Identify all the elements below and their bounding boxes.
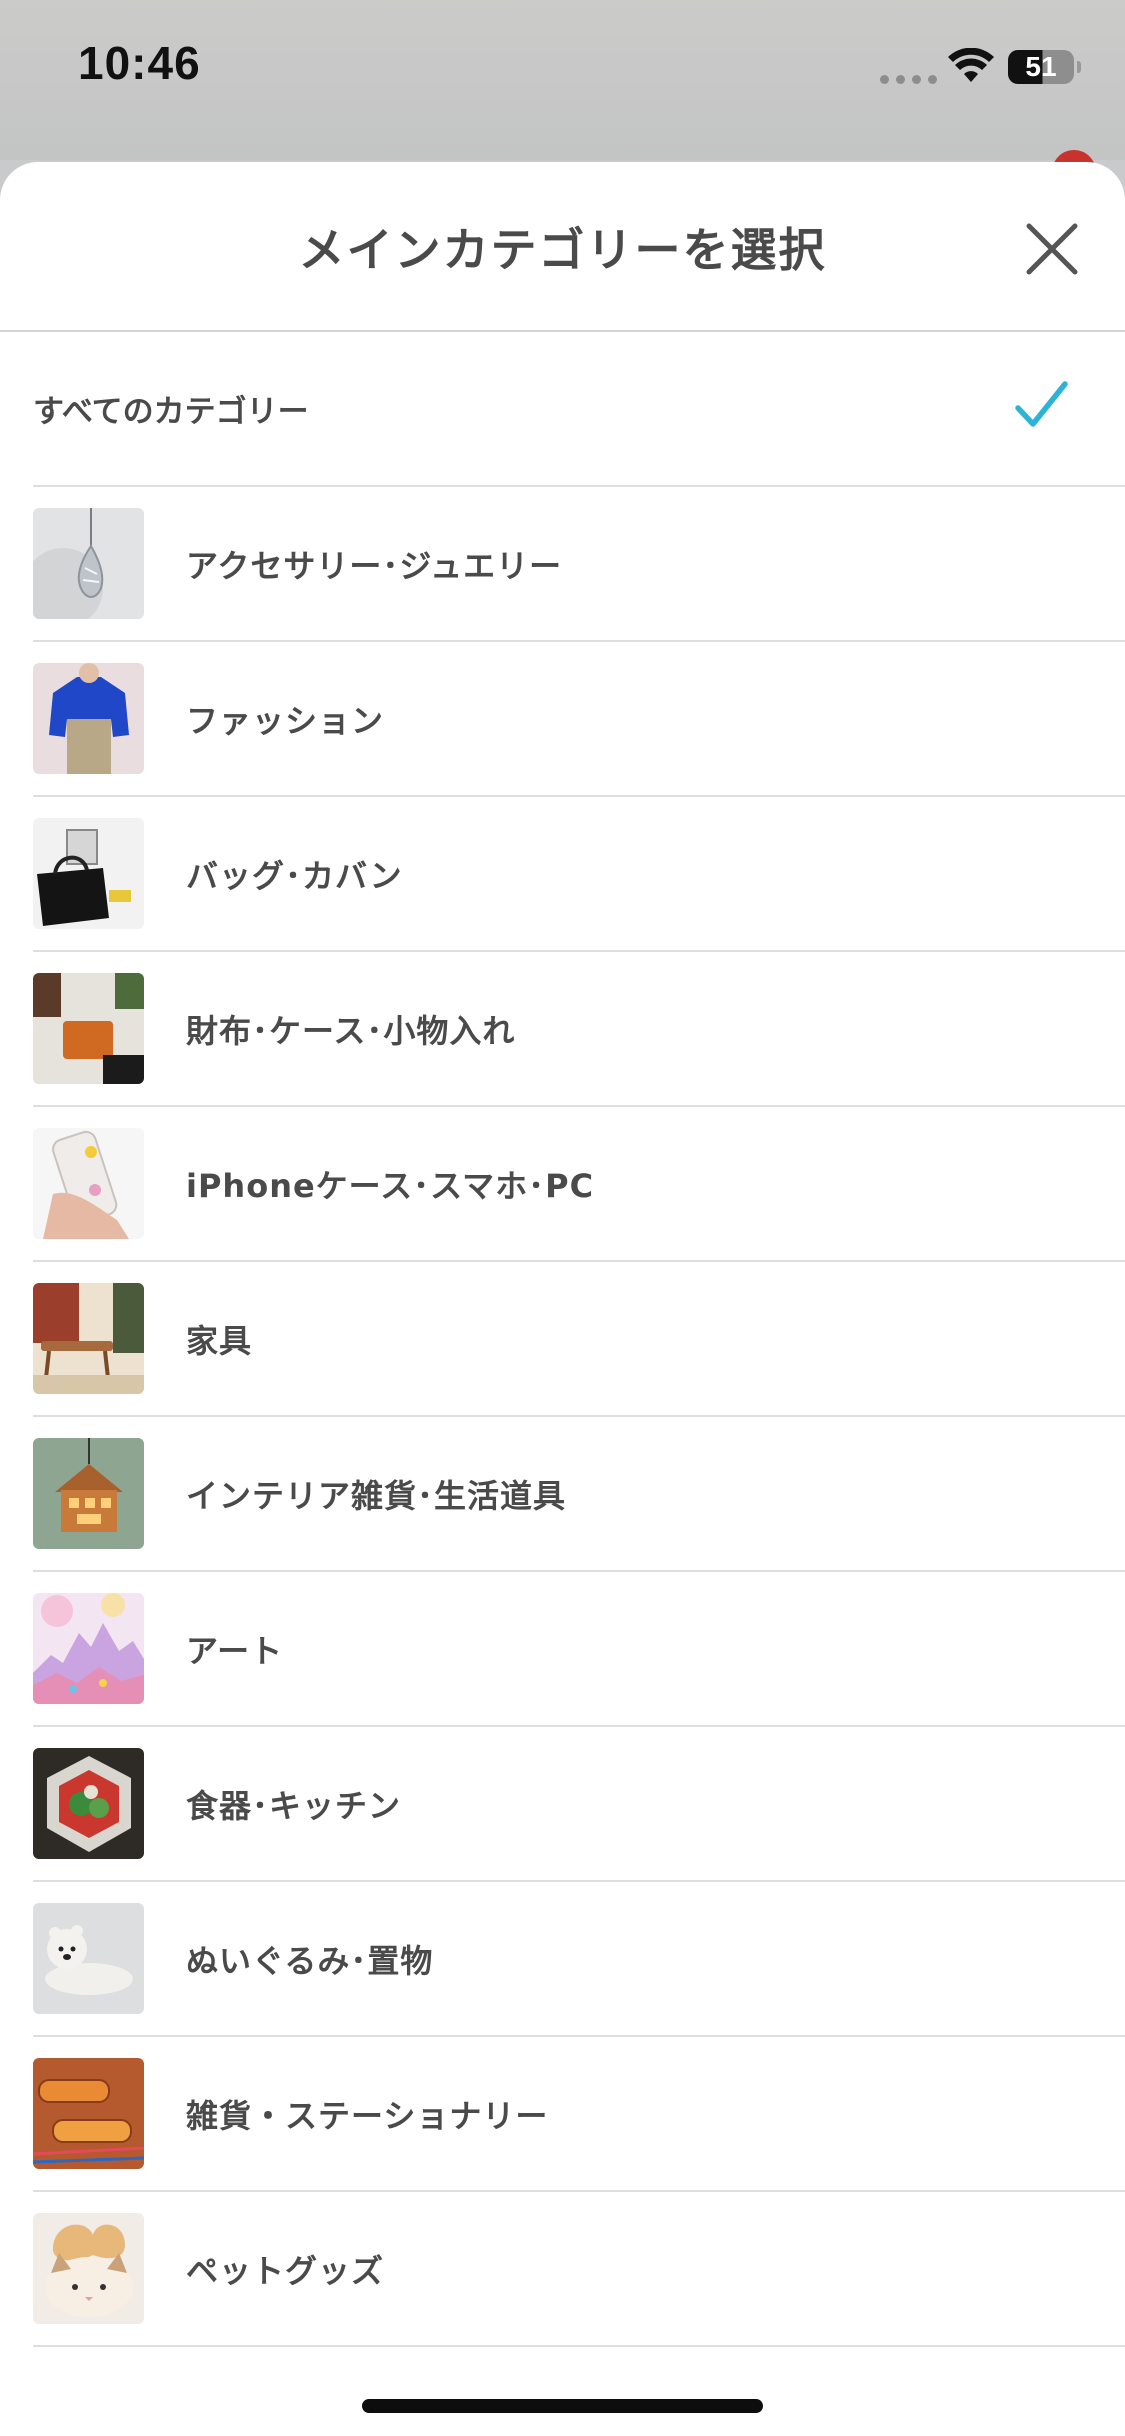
battery-tip — [1077, 61, 1081, 73]
category-thumbnail — [33, 2213, 144, 2324]
category-row-phone-cases[interactable]: iPhoneケース･スマホ･PC — [33, 1107, 1125, 1262]
category-label: ファッション — [186, 701, 385, 740]
sheet-header: メインカテゴリーを選択 — [0, 162, 1125, 332]
category-row-tableware[interactable]: 食器･キッチン — [33, 1727, 1125, 1882]
category-row-wallets[interactable]: 財布･ケース･小物入れ — [33, 952, 1125, 1107]
category-label: 財布･ケース･小物入れ — [186, 1011, 516, 1050]
category-label: iPhoneケース･スマホ･PC — [186, 1166, 595, 1205]
category-list: すべてのカテゴリー アクセサリー･ジュエリー ファッション バッグ･カバン 財布… — [0, 332, 1125, 2347]
wifi-icon — [948, 48, 994, 82]
category-row-all[interactable]: すべてのカテゴリー — [33, 332, 1125, 487]
category-thumbnail — [33, 818, 144, 929]
sheet-title: メインカテゴリーを選択 — [298, 223, 827, 277]
close-icon[interactable] — [1015, 212, 1089, 286]
battery-level: 51 — [1025, 51, 1057, 82]
category-row-fashion[interactable]: ファッション — [33, 642, 1125, 797]
category-thumbnail — [33, 2058, 144, 2169]
category-label: バッグ･カバン — [186, 856, 403, 895]
category-label: インテリア雑貨･生活道具 — [186, 1476, 567, 1515]
category-thumbnail — [33, 1438, 144, 1549]
category-thumbnail — [33, 1748, 144, 1859]
category-thumbnail — [33, 508, 144, 619]
category-sheet: メインカテゴリーを選択 すべてのカテゴリー アクセサリー･ジュエリー ファッショ… — [0, 162, 1125, 2436]
battery-icon: 51 — [1008, 50, 1074, 84]
category-label: 食器･キッチン — [186, 1786, 402, 1825]
category-row-art[interactable]: アート — [33, 1572, 1125, 1727]
home-indicator[interactable] — [362, 2399, 763, 2413]
category-label: ペットグッズ — [186, 2251, 385, 2290]
category-label: アクセサリー･ジュエリー — [186, 546, 563, 585]
status-time: 10:46 — [78, 37, 201, 89]
all-categories-label: すべてのカテゴリー — [33, 394, 309, 430]
category-row-bags[interactable]: バッグ･カバン — [33, 797, 1125, 952]
category-label: 雑貨・ステーショナリー — [186, 2096, 549, 2135]
category-row-accessory[interactable]: アクセサリー･ジュエリー — [33, 487, 1125, 642]
category-thumbnail — [33, 1283, 144, 1394]
category-label: 家具 — [186, 1321, 253, 1360]
category-row-pet[interactable]: ペットグッズ — [33, 2192, 1125, 2347]
category-row-furniture[interactable]: 家具 — [33, 1262, 1125, 1417]
category-thumbnail — [33, 663, 144, 774]
category-row-plush[interactable]: ぬいぐるみ･置物 — [33, 1882, 1125, 2037]
category-thumbnail — [33, 1903, 144, 2014]
category-row-stationery[interactable]: 雑貨・ステーショナリー — [33, 2037, 1125, 2192]
category-row-interior[interactable]: インテリア雑貨･生活道具 — [33, 1417, 1125, 1572]
category-thumbnail — [33, 1593, 144, 1704]
signal-dots-icon — [880, 75, 937, 84]
checkmark-icon — [1015, 381, 1068, 427]
status-bar: 10:46 51 — [0, 0, 1125, 160]
category-thumbnail — [33, 1128, 144, 1239]
category-label: アート — [186, 1631, 284, 1670]
category-thumbnail — [33, 973, 144, 1084]
category-label: ぬいぐるみ･置物 — [186, 1941, 434, 1980]
